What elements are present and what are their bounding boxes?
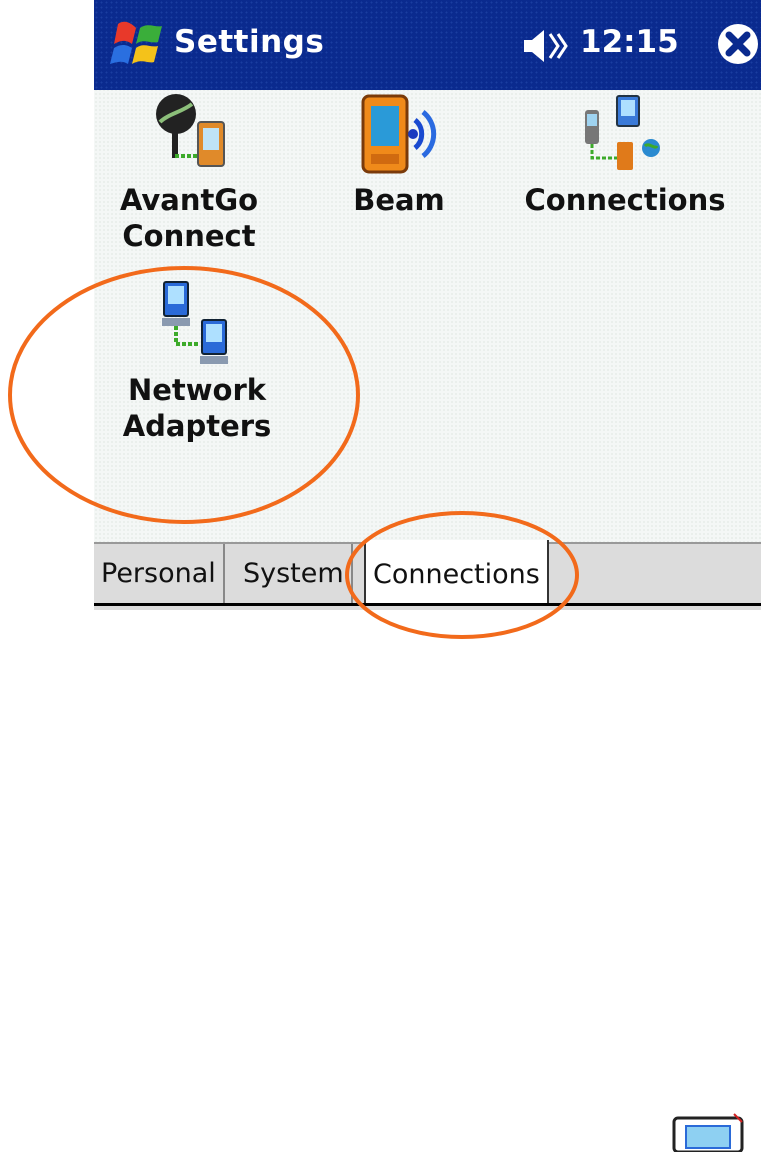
tab-bar: Personal System Connections	[94, 540, 761, 1152]
beam-label: Beam	[353, 183, 445, 217]
avantgo-connect-item[interactable]: AvantGo Connect	[114, 92, 264, 254]
avantgo-connect-icon	[156, 94, 225, 167]
settings-screen: Settings 12:15 AvantGo Connect Beam Conn…	[94, 0, 761, 1152]
beam-item[interactable]: Beam	[334, 92, 464, 218]
network-adapters-label: Network Adapters	[122, 373, 272, 443]
tab-system[interactable]: System	[236, 544, 353, 604]
tab-connections[interactable]: Connections	[364, 540, 549, 606]
connections-icon	[585, 95, 660, 170]
avantgo-connect-label: AvantGo Connect	[119, 183, 259, 253]
network-adapters-icon	[162, 281, 228, 364]
bottom-divider	[94, 603, 761, 606]
connections-label: Connections	[524, 183, 726, 217]
keyboard-icon[interactable]	[672, 1112, 744, 1152]
connections-item[interactable]: Connections	[520, 92, 730, 218]
title-bar: Settings 12:15	[94, 0, 761, 90]
windows-start-icon[interactable]	[104, 18, 168, 74]
tab-system-label: System	[243, 558, 344, 589]
tab-personal-label: Personal	[101, 558, 216, 589]
beam-icon	[361, 94, 437, 174]
window-title: Settings	[174, 24, 325, 60]
clock[interactable]: 12:15	[580, 24, 679, 60]
close-icon[interactable]	[716, 22, 760, 66]
network-adapters-item[interactable]: Network Adapters	[112, 278, 282, 444]
tab-connections-label: Connections	[373, 559, 540, 590]
speaker-icon[interactable]	[522, 26, 570, 66]
tab-personal[interactable]: Personal	[94, 544, 225, 604]
